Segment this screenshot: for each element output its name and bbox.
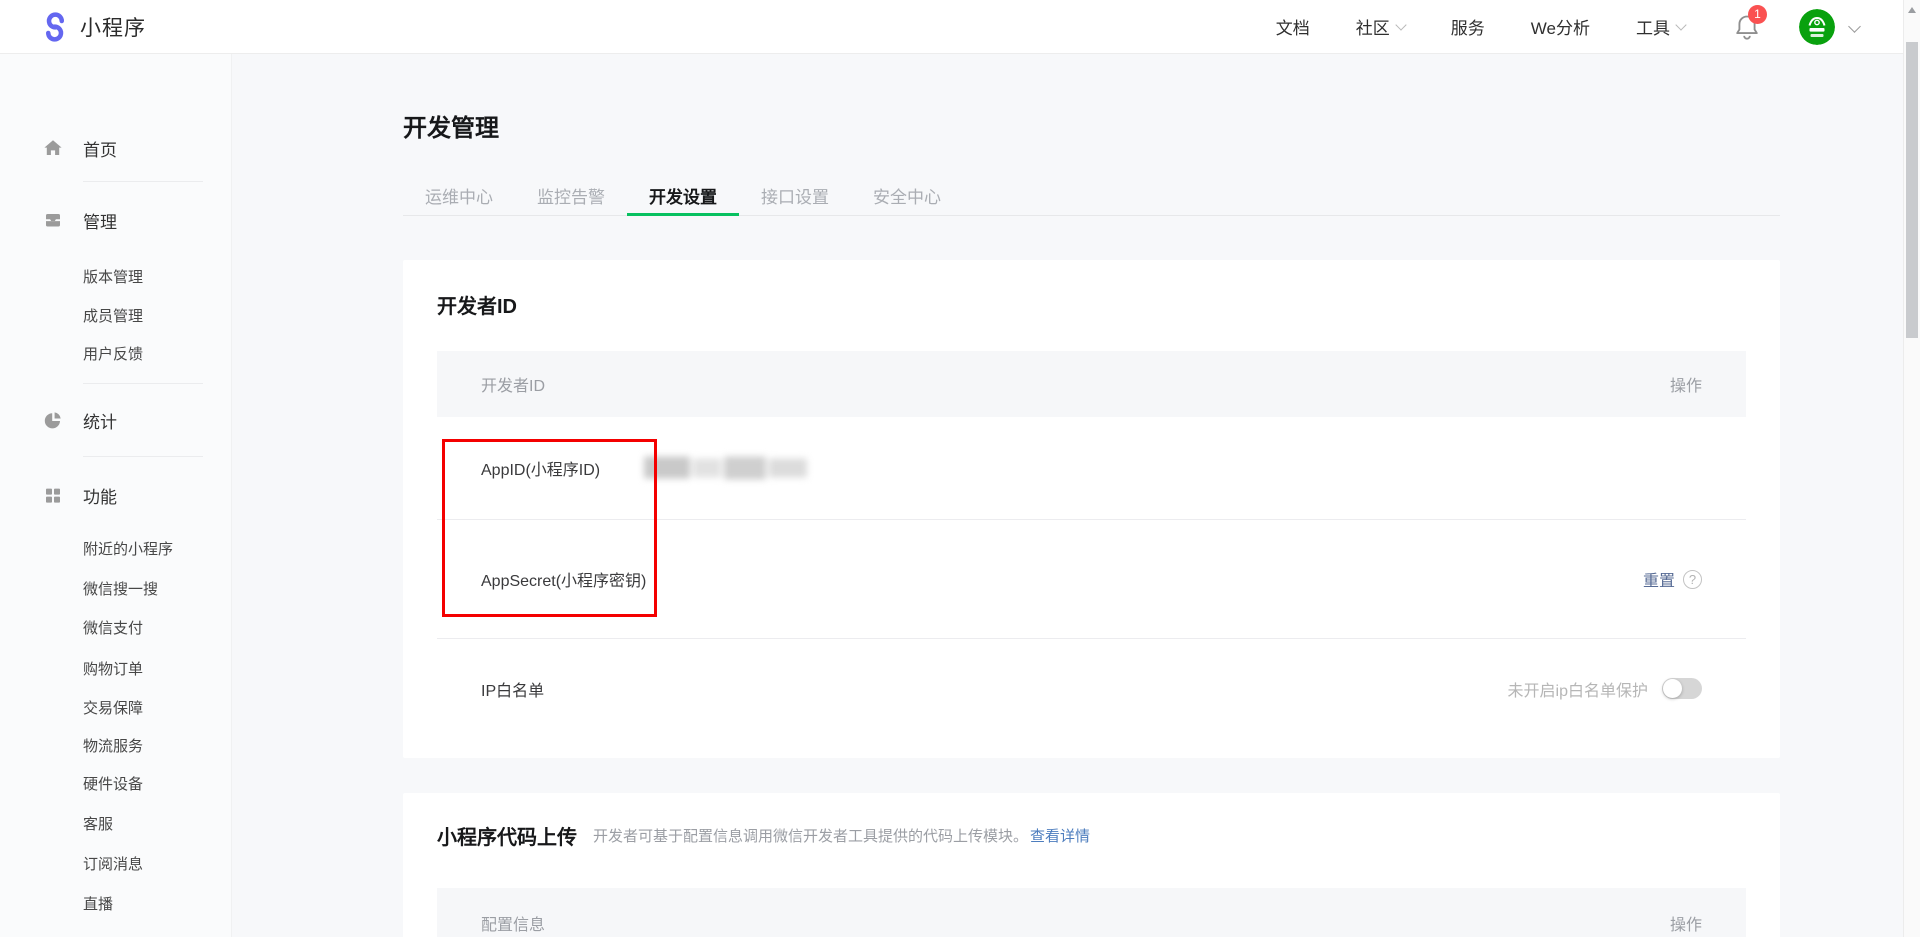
sidebar-item-features[interactable]: 功能 xyxy=(43,481,117,509)
tab-api-settings[interactable]: 接口设置 xyxy=(739,175,851,215)
main-content: 开发管理 运维中心 监控告警 开发设置 接口设置 安全中心 开发者ID 开发者I… xyxy=(232,54,1903,937)
sidebar-item-management[interactable]: 管理 xyxy=(43,206,117,234)
sidebar-item-user-feedback[interactable]: 用户反馈 xyxy=(83,341,143,365)
nav-tools[interactable]: 工具 xyxy=(1636,14,1687,39)
developer-id-rows: AppID(小程序ID) AppSecret(小程序密钥) 重置 ? IP白名单 xyxy=(437,417,1746,738)
page-title: 开发管理 xyxy=(403,115,499,142)
view-details-link[interactable]: 查看详情 xyxy=(1030,825,1090,846)
sidebar-item-customer-service[interactable]: 客服 xyxy=(83,811,113,835)
notification-count-badge: 1 xyxy=(1748,4,1767,24)
sidebar-item-transaction-guarantee[interactable]: 交易保障 xyxy=(83,695,143,719)
tab-development-settings[interactable]: 开发设置 xyxy=(627,175,739,216)
code-upload-section-title: 小程序代码上传 xyxy=(437,827,577,849)
code-upload-panel: 小程序代码上传 开发者可基于配置信息调用微信开发者工具提供的代码上传模块。 查看… xyxy=(403,793,1780,937)
developer-id-table-header: 开发者ID 操作 xyxy=(437,351,1746,417)
help-icon[interactable]: ? xyxy=(1683,569,1702,589)
sidebar-item-hardware-devices[interactable]: 硬件设备 xyxy=(83,771,143,795)
nav-community[interactable]: 社区 xyxy=(1356,14,1407,39)
scrollbar-thumb[interactable] xyxy=(1906,42,1918,338)
ip-whitelist-label: IP白名单 xyxy=(481,682,545,700)
sidebar-item-version-management[interactable]: 版本管理 xyxy=(83,264,143,288)
tab-monitoring-alerts[interactable]: 监控告警 xyxy=(515,175,627,215)
sidebar-item-member-management[interactable]: 成员管理 xyxy=(83,303,143,327)
sidebar-item-nearby-miniprograms[interactable]: 附近的小程序 xyxy=(83,536,173,560)
nav-services[interactable]: 服务 xyxy=(1451,14,1485,39)
account-avatar[interactable] xyxy=(1799,8,1835,45)
table-row-ip-whitelist: IP白名单 未开启ip白名单保护 xyxy=(437,638,1746,738)
code-upload-titlebar: 小程序代码上传 开发者可基于配置信息调用微信开发者工具提供的代码上传模块。 查看… xyxy=(437,821,1090,850)
code-upload-table-header: 配置信息 操作 xyxy=(437,888,1746,937)
appid-label: AppID(小程序ID) xyxy=(481,462,601,479)
sidebar-item-statistics[interactable]: 统计 xyxy=(43,406,117,434)
notification-bell-button[interactable]: 1 xyxy=(1733,4,1767,41)
avatar-image xyxy=(1799,8,1835,45)
home-icon xyxy=(44,140,62,155)
tab-operations-center[interactable]: 运维中心 xyxy=(403,175,515,215)
sidebar: 首页 管理 版本管理 成员管理 用户反馈 统计 功能 附近的小程序 微信搜一搜 … xyxy=(0,54,232,937)
sidebar-divider xyxy=(83,383,203,384)
sidebar-item-home[interactable]: 首页 xyxy=(43,134,117,162)
ip-whitelist-toggle[interactable] xyxy=(1662,678,1702,699)
sidebar-item-wechat-pay[interactable]: 微信支付 xyxy=(83,615,143,639)
sidebar-item-logistics-services[interactable]: 物流服务 xyxy=(83,733,143,757)
nav-docs[interactable]: 文档 xyxy=(1276,14,1310,39)
ip-whitelist-status: 未开启ip白名单保护 xyxy=(1507,682,1648,700)
sidebar-divider xyxy=(83,181,203,182)
sidebar-item-live-streaming[interactable]: 直播 xyxy=(83,891,113,915)
tab-bar: 运维中心 监控告警 开发设置 接口设置 安全中心 xyxy=(403,175,1780,216)
table-row-appid: AppID(小程序ID) xyxy=(437,417,1746,519)
top-nav: 文档 社区 服务 We分析 工具 1 xyxy=(1230,4,1861,45)
sidebar-divider xyxy=(83,456,203,457)
toggle-knob xyxy=(1663,679,1682,698)
table-row-appsecret: AppSecret(小程序密钥) 重置 ? xyxy=(437,519,1746,638)
column-header-actions: 操作 xyxy=(1669,917,1702,934)
developer-id-section-title: 开发者ID xyxy=(437,296,517,318)
column-header-actions: 操作 xyxy=(1669,378,1702,395)
miniprogram-logo-icon xyxy=(46,11,64,42)
reset-appsecret-button[interactable]: 重置 xyxy=(1643,567,1675,591)
chevron-down-icon xyxy=(1848,19,1861,33)
account-menu-chevron[interactable] xyxy=(1848,18,1861,36)
sidebar-item-shopping-orders[interactable]: 购物订单 xyxy=(83,656,143,680)
pie-chart-icon xyxy=(44,412,61,429)
inbox-icon xyxy=(46,214,60,227)
developer-id-panel: 开发者ID 开发者ID 操作 AppID(小程序ID) AppSecret(小程… xyxy=(403,260,1780,758)
sidebar-item-subscription-messages[interactable]: 订阅消息 xyxy=(83,851,143,875)
appsecret-label: AppSecret(小程序密钥) xyxy=(481,573,647,590)
chevron-down-icon xyxy=(1675,18,1687,31)
app: 小程序 文档 社区 服务 We分析 工具 1 首页 管理 版本管理 成员管理 用… xyxy=(0,0,1920,937)
scrollbar[interactable] xyxy=(1903,0,1920,937)
grid-icon xyxy=(46,488,60,503)
column-header-config-info: 配置信息 xyxy=(481,917,546,934)
sidebar-item-wechat-search[interactable]: 微信搜一搜 xyxy=(83,576,158,600)
logo[interactable]: 小程序 xyxy=(40,11,146,42)
nav-we-analytics[interactable]: We分析 xyxy=(1531,14,1590,39)
column-header-developer-id: 开发者ID xyxy=(481,378,546,395)
code-upload-description: 开发者可基于配置信息调用微信开发者工具提供的代码上传模块。 xyxy=(593,828,1029,845)
top-header: 小程序 文档 社区 服务 We分析 工具 1 xyxy=(0,0,1903,54)
chevron-down-icon xyxy=(1395,18,1407,31)
appid-masked-value xyxy=(644,456,807,480)
tab-security-center[interactable]: 安全中心 xyxy=(851,175,963,215)
scrollbar-up-arrow[interactable] xyxy=(1908,7,1916,13)
logo-text: 小程序 xyxy=(80,16,146,40)
